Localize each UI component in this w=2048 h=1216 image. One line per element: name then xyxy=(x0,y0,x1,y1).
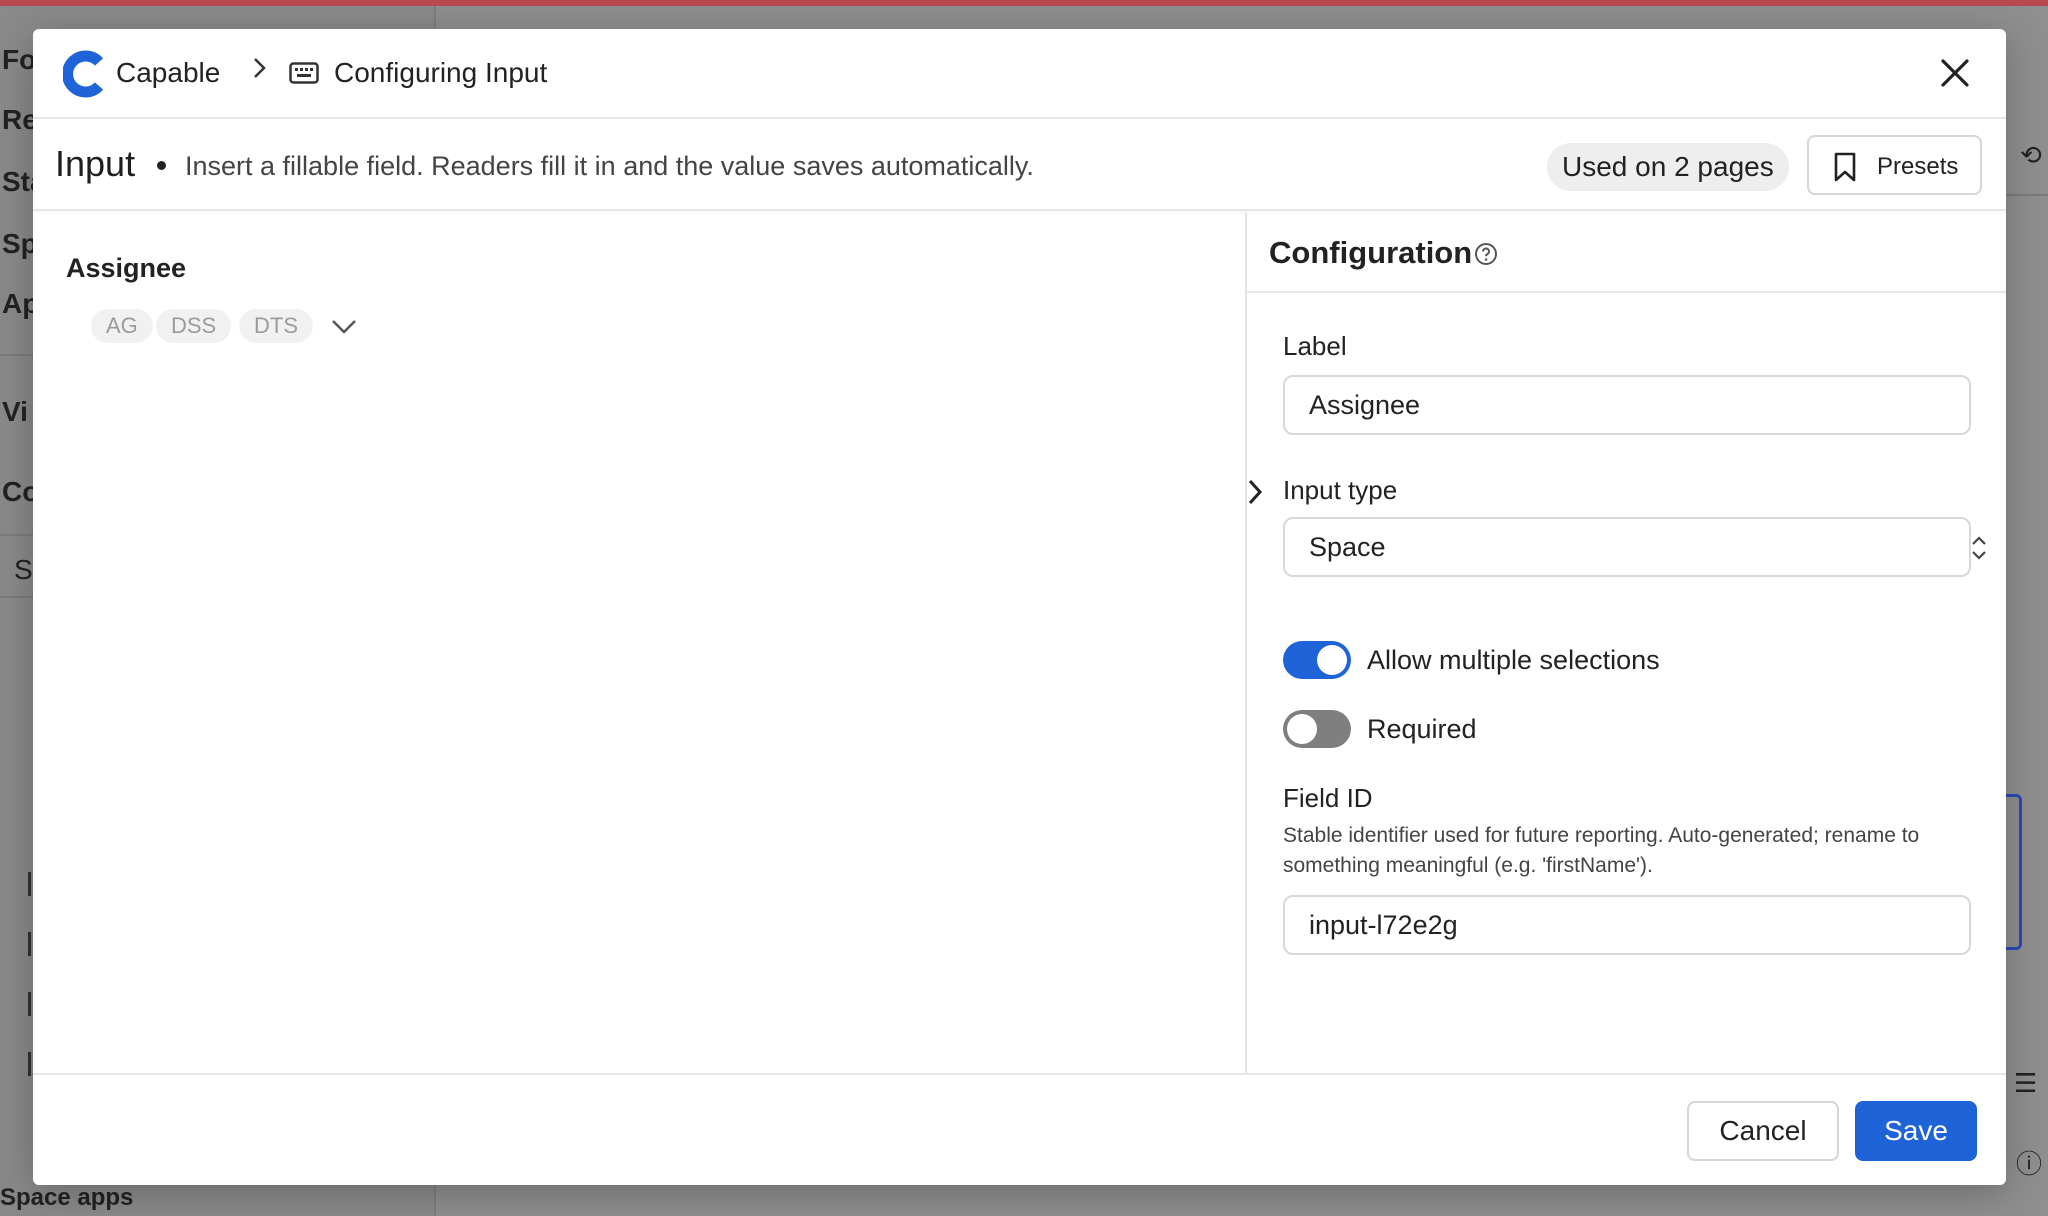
sidebar-tick xyxy=(28,932,31,956)
field-id-input[interactable] xyxy=(1283,895,1971,955)
cancel-button[interactable]: Cancel xyxy=(1687,1101,1839,1161)
configure-input-modal: Capable Configuring Input Input Insert a… xyxy=(33,29,2006,1185)
toggle-knob xyxy=(1317,645,1347,675)
assignee-chip[interactable]: AG xyxy=(91,309,153,343)
label-heading: Label xyxy=(1283,331,1347,361)
bookmark-icon xyxy=(1834,152,1856,182)
save-button[interactable]: Save xyxy=(1855,1101,1977,1161)
brand-name: Capable xyxy=(116,57,221,88)
help-icon[interactable] xyxy=(1473,241,1499,267)
modal-footer: Cancel Save xyxy=(33,1073,2006,1185)
assignee-chip[interactable]: DTS xyxy=(239,309,313,343)
component-title: Input xyxy=(55,143,136,184)
history-icon: ⟲ xyxy=(2020,140,2042,170)
usage-badge: Used on 2 pages xyxy=(1547,143,1789,191)
sidebar-tick xyxy=(28,872,31,896)
presets-label: Presets xyxy=(1877,153,1959,180)
info-icon: ⓘ xyxy=(2016,1149,2043,1179)
component-description: Insert a fillable field. Readers fill it… xyxy=(185,151,1034,181)
sidebar-item: Fo xyxy=(2,44,37,75)
configuration-title: Configuration xyxy=(1269,235,1473,270)
field-id-help-text: Stable identifier used for future report… xyxy=(1283,824,1920,877)
select-arrows-icon xyxy=(1972,536,1986,560)
required-toggle[interactable] xyxy=(1283,710,1351,748)
capable-logo-icon xyxy=(63,50,104,98)
modal-header: Capable Configuring Input xyxy=(33,29,2006,119)
separator-dot xyxy=(157,161,166,170)
component-info-bar: Input Insert a fillable field. Readers f… xyxy=(33,121,2006,211)
comment-icon: ☰ xyxy=(2014,1068,2038,1098)
preview-pane: Assignee AG DSS DTS xyxy=(33,213,1245,1073)
keyboard-icon xyxy=(289,62,319,84)
breadcrumb-title: Configuring Input xyxy=(334,57,548,88)
sidebar-bottom-label: Space apps xyxy=(0,1184,134,1211)
allow-multiple-label: Allow multiple selections xyxy=(1367,645,1660,675)
input-type-select[interactable]: Space xyxy=(1283,517,1986,577)
configuration-header: Configuration xyxy=(1247,213,2006,293)
app-right-divider xyxy=(2006,194,2048,196)
field-id-heading: Field ID xyxy=(1283,783,1373,813)
input-type-heading: Input type xyxy=(1283,475,1398,505)
required-label: Required xyxy=(1367,714,1477,744)
input-type-value: Space xyxy=(1309,532,1386,562)
presets-button[interactable]: Presets xyxy=(1807,135,1982,195)
close-icon[interactable] xyxy=(1933,51,1977,95)
chevron-down-icon[interactable] xyxy=(329,311,359,341)
sidebar-tick xyxy=(28,992,31,1016)
configuration-panel: Configuration Label Input type Space All… xyxy=(1245,213,2006,1073)
toggle-knob xyxy=(1287,714,1317,744)
sidebar-search: S xyxy=(14,554,33,585)
sidebar-tick xyxy=(28,1052,31,1076)
assignee-chip[interactable]: DSS xyxy=(156,309,232,343)
label-input[interactable] xyxy=(1283,375,1971,435)
chevron-right-icon xyxy=(251,53,269,91)
sidebar-item: Vi xyxy=(2,396,28,427)
allow-multiple-toggle[interactable] xyxy=(1283,641,1351,679)
app-right-panel xyxy=(2006,794,2022,950)
preview-field-label: Assignee xyxy=(66,253,187,283)
